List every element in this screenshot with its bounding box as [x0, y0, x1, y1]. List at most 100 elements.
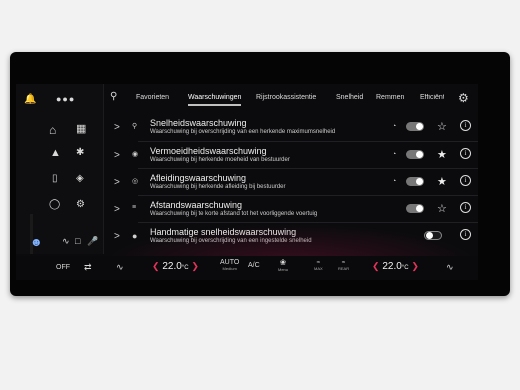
chevron-right-icon[interactable]: > [114, 204, 120, 215]
fan-menu-button[interactable]: ❀ Menu [278, 258, 288, 272]
item-subtitle: Waarschuwing bij te korte afstand tot he… [150, 211, 318, 217]
chevron-right-icon[interactable]: > [114, 150, 120, 161]
tab-favorieten[interactable]: Favorieten [136, 94, 169, 101]
list-item-snelheidswaarschuwing[interactable]: > ⚲ Snelheidswaarschuwing Waarschuwing b… [108, 116, 478, 140]
tab-bar: ⚲ Favorieten Waarschuwingen Rijstrookass… [108, 84, 478, 110]
item-title: Afstandswaarschuwing [150, 200, 243, 210]
star-filled-icon[interactable]: ★ [437, 175, 447, 188]
list-item-handmatige-snelheidswaarschuwing[interactable]: > ● Handmatige snelheidswaarschuwing Waa… [108, 225, 478, 249]
temp-left-value: 22.0 [162, 261, 182, 272]
temp-right-value: 22.0 [382, 261, 402, 272]
star-outline-icon[interactable]: ☆ [437, 202, 447, 215]
ac-button[interactable]: A/C [248, 262, 260, 269]
search-icon[interactable]: ⚲ [110, 92, 117, 102]
menu-label: Menu [278, 267, 289, 272]
media-icon[interactable]: ◯ [49, 200, 60, 210]
chevron-right-icon[interactable]: > [114, 177, 120, 188]
rear-defrost-button[interactable]: ≈ REAR [338, 259, 349, 271]
toggle-switch[interactable] [424, 231, 442, 240]
item-title: Handmatige snelheidswaarschuwing [150, 227, 297, 237]
toggle-switch[interactable] [406, 177, 424, 186]
auto-button[interactable]: AUTO Medium [220, 259, 239, 271]
radio-button-icon[interactable]: ● [132, 231, 137, 241]
temp-unit: °C [401, 265, 409, 271]
tab-snelheid[interactable]: Snelheid [336, 94, 363, 101]
recirculation-icon[interactable]: ⇄ [84, 262, 92, 273]
auto-label: AUTO [220, 259, 240, 266]
phone-icon[interactable]: ▯ [52, 174, 58, 184]
tab-waarschuwingen[interactable]: Waarschuwingen [188, 94, 242, 106]
list-item-vermoeidheidswaarschuwing[interactable]: > ◉ Vermoeidheidswaarschuwing Waarschuwi… [108, 144, 478, 168]
temp-increase-icon[interactable]: ❯ [191, 261, 199, 271]
max-label: MAX [314, 266, 323, 271]
toggle-knob [416, 123, 423, 130]
list-item-afleidingswaarschuwing[interactable]: > ◎ Afleidingswaarschuwing Waarschuwing … [108, 171, 478, 195]
item-title: Afleidingswaarschuwing [150, 173, 247, 183]
radio-icon[interactable]: ✱ [76, 148, 84, 158]
tab-remmen[interactable]: Remmen [376, 94, 404, 101]
seat-icon[interactable]: ∿ [62, 237, 70, 246]
info-icon[interactable]: i [460, 202, 471, 213]
sensitivity-icon[interactable]: ◔ [392, 123, 396, 130]
list-item-afstandswaarschuwing[interactable]: > ≡ Afstandswaarschuwing Waarschuwing bi… [108, 198, 478, 222]
toggle-knob [416, 205, 423, 212]
sensitivity-icon[interactable]: ◔ [392, 178, 396, 185]
navigation-icon[interactable]: ▲ [50, 148, 61, 159]
temp-increase-icon[interactable]: ❯ [411, 261, 419, 271]
chevron-right-icon[interactable]: > [114, 231, 120, 242]
toggle-switch[interactable] [406, 150, 424, 159]
star-outline-icon[interactable]: ☆ [437, 120, 447, 133]
temperature-left[interactable]: ❮ 22.0°C ❯ [152, 261, 199, 272]
seat-heating-right-icon[interactable]: ∿ [446, 262, 454, 273]
fan-icon: ❀ [279, 258, 287, 267]
item-title: Vermoeidheidswaarschuwing [150, 146, 267, 156]
item-subtitle: Waarschuwing bij overschrijding van een … [150, 129, 336, 135]
auto-mode-label: Medium [222, 266, 237, 271]
tab-rijstrookassistentie[interactable]: Rijstrookassistentie [256, 94, 316, 101]
temp-decrease-icon[interactable]: ❮ [372, 261, 380, 271]
star-filled-icon[interactable]: ★ [437, 148, 447, 161]
item-subtitle: Waarschuwing bij herkende afleiding bij … [150, 184, 286, 190]
chevron-right-icon[interactable]: > [114, 122, 120, 133]
home-icon[interactable]: ⌂ [49, 124, 56, 136]
item-subtitle: Waarschuwing bij herkende moeheid van be… [150, 157, 290, 163]
rear-label: REAR [338, 266, 350, 271]
more-dots-icon[interactable]: ●●● [56, 95, 75, 104]
divider [138, 195, 478, 196]
divider [138, 141, 478, 142]
seat-heating-left-icon[interactable]: ∿ [116, 262, 124, 273]
toggle-switch[interactable] [406, 122, 424, 131]
info-icon[interactable]: i [460, 229, 471, 240]
sidebar: 🔔 ●●● ⌂ ▦ ▲ ✱ ▯ ◈ ◯ ⚙ ☻ ∿ □ 🎤 [16, 84, 104, 254]
temperature-right[interactable]: ❮ 22.0°C ❯ [372, 261, 419, 272]
info-icon[interactable]: i [460, 148, 471, 159]
car-icon[interactable]: ◈ [76, 174, 84, 184]
user-icon[interactable]: ☻ [30, 236, 43, 248]
toggle-switch[interactable] [406, 204, 424, 213]
climate-off-button[interactable]: OFF [56, 264, 70, 271]
toggle-knob [416, 151, 423, 158]
temp-decrease-icon[interactable]: ❮ [152, 261, 160, 271]
sensitivity-icon[interactable]: ◔ [392, 151, 396, 158]
infotainment-screen: 🔔 ●●● ⌂ ▦ ▲ ✱ ▯ ◈ ◯ ⚙ ☻ ∿ □ 🎤 ⚲ Favoriet… [16, 84, 478, 280]
tab-efficient[interactable]: Efficiënt [420, 94, 444, 101]
microphone-icon[interactable]: 🎤 [87, 237, 98, 246]
notification-bell-icon[interactable]: 🔔 [24, 95, 36, 105]
info-icon[interactable]: i [460, 175, 471, 186]
distance-warning-icon: ≡ [132, 204, 137, 211]
toggle-knob [426, 232, 433, 239]
temp-unit: °C [181, 265, 189, 271]
info-icon[interactable]: i [460, 120, 471, 131]
item-title: Snelheidswaarschuwing [150, 118, 247, 128]
gear-icon[interactable]: ⚙ [458, 92, 469, 104]
item-subtitle: Waarschuwing bij overschrijding van een … [150, 238, 312, 244]
max-defrost-button[interactable]: ≈ MAX [314, 259, 323, 271]
toggle-knob [416, 178, 423, 185]
divider [138, 222, 478, 223]
speed-warning-icon: ⚲ [132, 123, 138, 130]
distraction-warning-icon: ◎ [132, 178, 139, 185]
climate-bar: OFF ⇄ ∿ ❮ 22.0°C ❯ AUTO Medium A/C ❀ Men… [16, 256, 478, 280]
window-icon[interactable]: □ [75, 237, 80, 246]
car-settings-icon[interactable]: ⚙ [76, 200, 85, 210]
grid-icon[interactable]: ▦ [76, 124, 86, 135]
